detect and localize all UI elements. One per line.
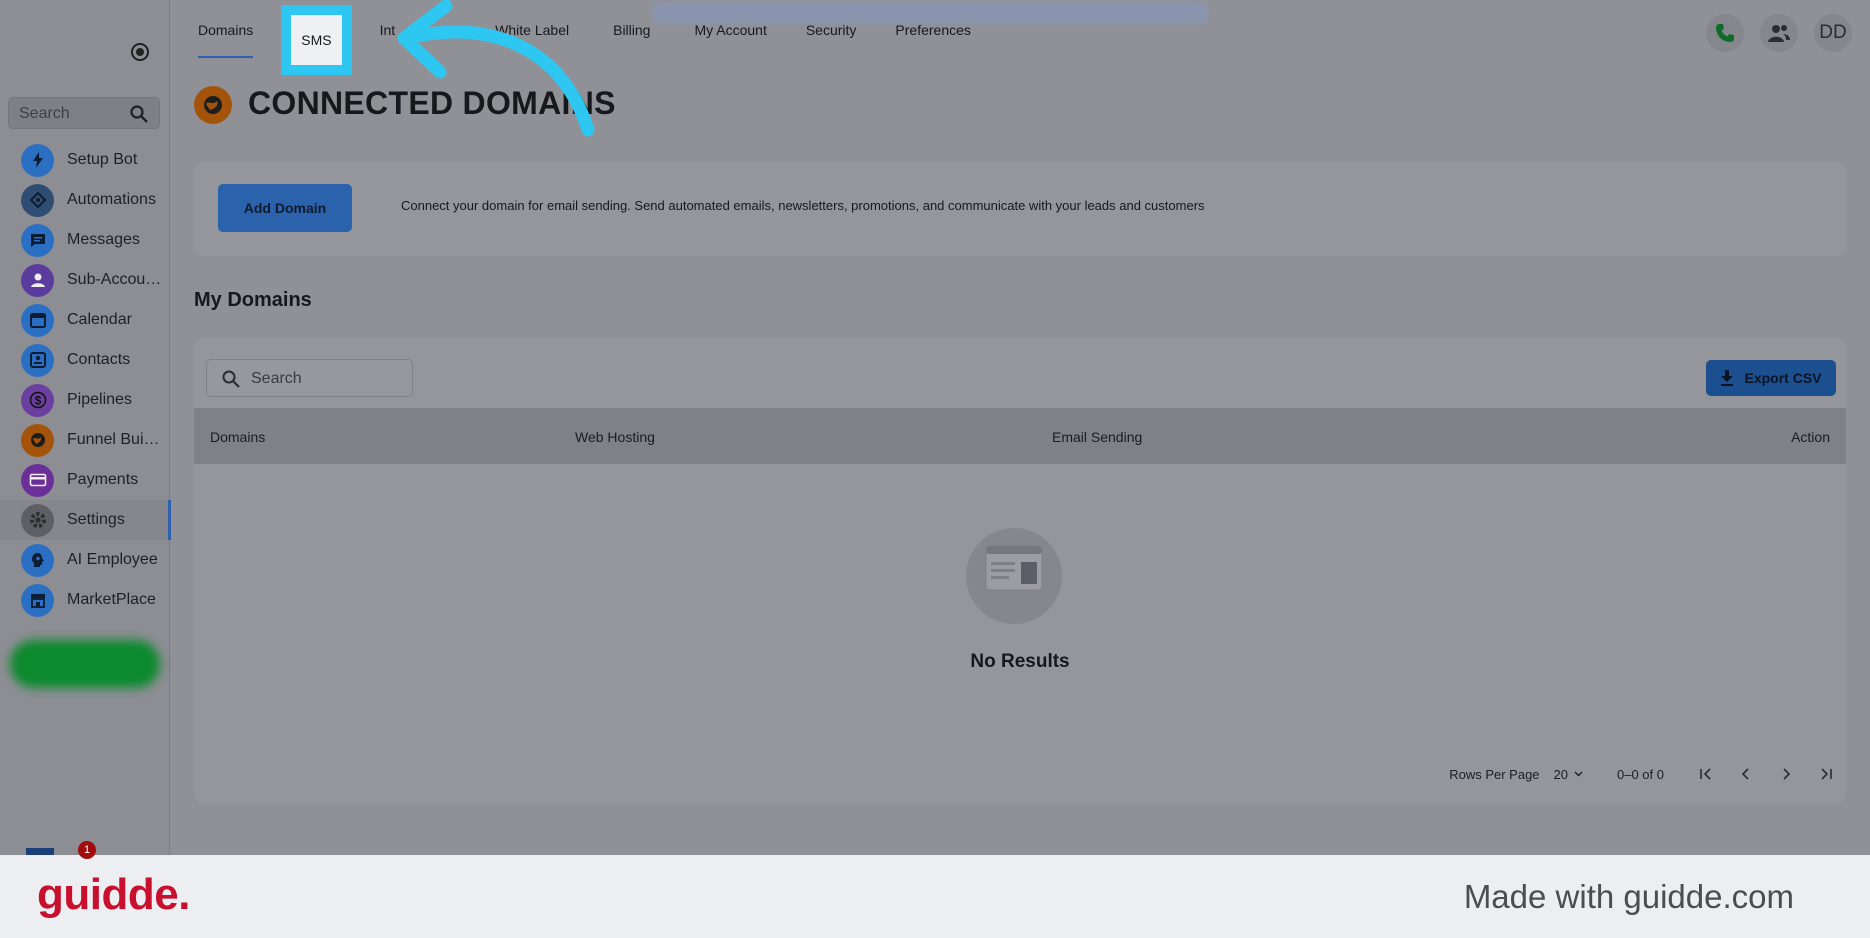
sidebar-item-marketplace[interactable]: MarketPlace: [0, 580, 170, 620]
sidebar-item-label: Pipelines: [67, 391, 132, 408]
pagination: Rows Per Page 20 0–0 of 0: [1449, 764, 1846, 784]
tab-billing[interactable]: Billing: [603, 0, 660, 60]
sidebar-item-label: Messages: [67, 231, 140, 248]
column-header-web-hosting[interactable]: Web Hosting: [575, 429, 655, 445]
sidebar-item-pipelines[interactable]: $ Pipelines: [0, 380, 170, 420]
tab-my-account[interactable]: My Account: [684, 0, 776, 60]
sidebar-item-label: Setup Bot: [67, 151, 138, 168]
export-csv-label: Export CSV: [1744, 370, 1822, 386]
globe-icon: [21, 423, 54, 457]
tab-integrations[interactable]: Int: [370, 0, 406, 60]
add-domain-description: Connect your domain for email sending. S…: [401, 198, 1205, 213]
settings-tabs: Domains SMS Int White Label Billing My A…: [188, 0, 981, 75]
made-with-text: Made with guidde.com: [1463, 878, 1794, 915]
column-header-action: Action: [1791, 429, 1830, 445]
first-page-icon: [1700, 768, 1711, 780]
tab-sms[interactable]: SMS: [281, 5, 352, 75]
tab-security[interactable]: Security: [796, 0, 867, 60]
page-title: CONNECTED DOMAINS: [248, 85, 616, 121]
add-domain-card: Add Domain Connect your domain for email…: [194, 162, 1846, 256]
sidebar-item-label: Calendar: [67, 311, 132, 328]
sidebar-item-settings[interactable]: Settings: [0, 500, 171, 540]
download-icon: [1721, 370, 1734, 386]
search-icon[interactable]: [129, 104, 149, 124]
sidebar-item-label: MarketPlace: [67, 591, 156, 608]
add-domain-button[interactable]: Add Domain: [218, 184, 352, 232]
globe-icon: [194, 86, 232, 124]
search-icon: [222, 370, 240, 388]
contact-card-icon: [21, 343, 54, 377]
sidebar-toggle-icon[interactable]: [131, 43, 149, 61]
sidebar-item-label: Funnel Builder: [67, 431, 163, 448]
next-page-button[interactable]: [1766, 764, 1806, 784]
gear-icon: [21, 503, 54, 537]
guidde-logo: guidde.: [37, 870, 190, 919]
bolt-icon: [21, 143, 54, 177]
tab-domains[interactable]: Domains: [188, 0, 263, 60]
empty-state-text: No Results: [970, 651, 1070, 672]
sidebar-item-payments[interactable]: Payments: [0, 460, 170, 500]
table-header: Domains Web Hosting Email Sending Action: [194, 408, 1846, 464]
table-search[interactable]: [206, 359, 413, 397]
sidebar-item-label: Payments: [67, 471, 139, 488]
phone-icon[interactable]: [1706, 14, 1744, 52]
ai-head-icon: [21, 543, 54, 577]
sidebar-item-label: Contacts: [67, 351, 131, 368]
sidebar-item-label: Sub-Accounts: [67, 271, 163, 288]
chevron-down-icon: [1574, 771, 1583, 777]
last-page-button[interactable]: [1806, 764, 1846, 784]
sidebar-item-calendar[interactable]: Calendar: [0, 300, 170, 340]
team-icon[interactable]: [1760, 14, 1798, 52]
automation-icon: [21, 183, 54, 217]
sidebar-item-sub-accounts[interactable]: Sub-Accounts: [0, 260, 170, 300]
top-right-actions: DD: [1706, 14, 1852, 52]
sidebar-item-funnel-builder[interactable]: Funnel Builder: [0, 420, 170, 460]
pagination-range: 0–0 of 0: [1617, 766, 1664, 782]
rows-per-page-select[interactable]: 20: [1554, 767, 1583, 782]
store-icon: [21, 583, 54, 617]
sidebar-item-automations[interactable]: Automations: [0, 180, 170, 220]
sidebar-search[interactable]: [8, 97, 160, 129]
svg-text:$: $: [34, 394, 41, 408]
empty-state-illustration: [966, 528, 1062, 624]
calendar-icon: [21, 303, 54, 337]
dollar-icon: $: [21, 383, 54, 417]
first-page-button[interactable]: [1686, 764, 1726, 784]
chat-icon: [21, 223, 54, 257]
guidde-footer: guidde. Made with guidde.com: [0, 855, 1870, 938]
sidebar-item-label: Settings: [67, 511, 125, 528]
rows-per-page-value: 20: [1553, 766, 1568, 782]
sidebar-search-input[interactable]: [19, 104, 129, 124]
rows-per-page-label: Rows Per Page: [1449, 766, 1540, 782]
table-search-input[interactable]: [251, 369, 401, 389]
sidebar-item-contacts[interactable]: Contacts: [0, 340, 170, 380]
sidebar-item-label: Automations: [67, 191, 156, 208]
previous-page-button[interactable]: [1726, 764, 1766, 784]
notification-badge: 1: [78, 841, 96, 859]
last-page-icon: [1821, 768, 1832, 780]
chevron-left-icon: [1741, 768, 1749, 780]
chevron-right-icon: [1783, 768, 1791, 780]
avatar[interactable]: DD: [1814, 14, 1852, 52]
sidebar-item-label: AI Employee: [67, 551, 158, 568]
export-csv-button[interactable]: Export CSV: [1706, 360, 1836, 396]
sidebar-item-ai-employee[interactable]: AI Employee: [0, 540, 170, 580]
blurred-sidebar-button: [10, 640, 160, 688]
credit-card-icon: [21, 463, 54, 497]
column-header-email-sending[interactable]: Email Sending: [1052, 429, 1142, 445]
tab-white-label[interactable]: White Label: [485, 0, 579, 60]
column-header-domains[interactable]: Domains: [210, 429, 265, 445]
user-icon: [21, 263, 54, 297]
section-title: My Domains: [194, 289, 312, 311]
tab-preferences[interactable]: Preferences: [885, 0, 980, 60]
sidebar: Setup Bot Automations Messages Sub-Accou…: [0, 0, 171, 858]
sidebar-item-messages[interactable]: Messages: [0, 220, 170, 260]
domains-table-card: Export CSV Domains Web Hosting Email Sen…: [194, 338, 1846, 804]
sidebar-item-setup-bot[interactable]: Setup Bot: [0, 140, 170, 180]
sidebar-nav: Setup Bot Automations Messages Sub-Accou…: [0, 140, 171, 620]
